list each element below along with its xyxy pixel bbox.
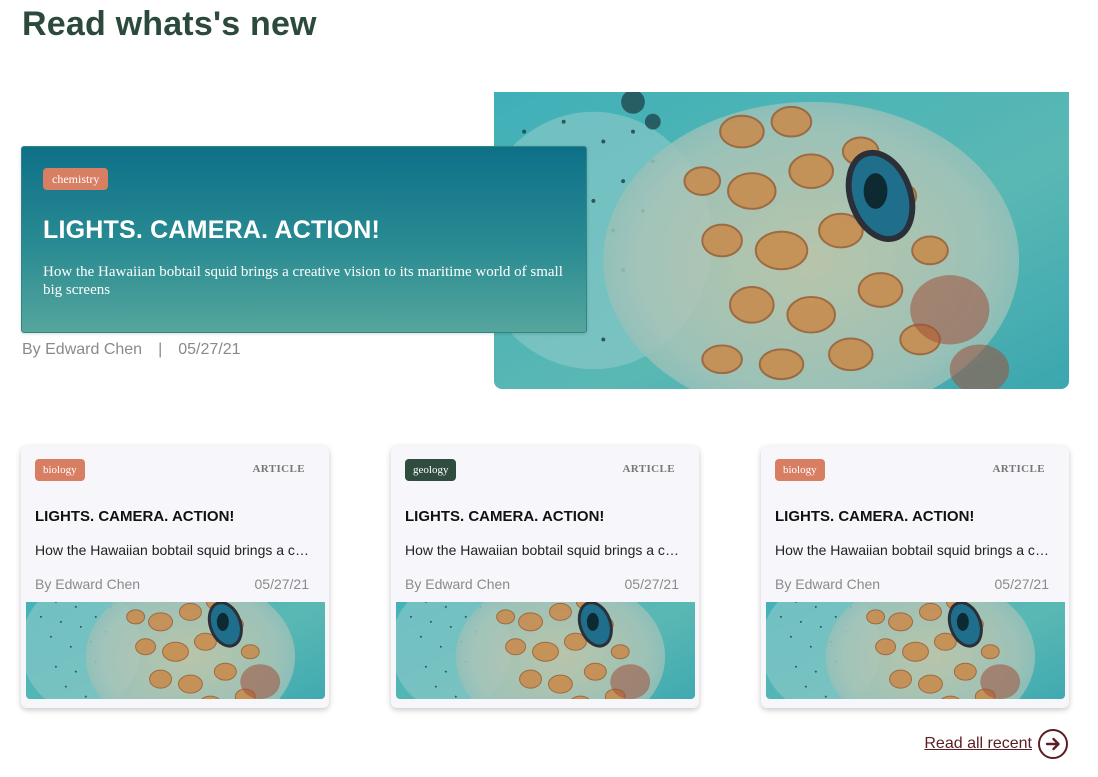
card-title[interactable]: LIGHTS. CAMERA. ACTION!	[775, 508, 974, 525]
card-author: By Edward Chen	[775, 576, 881, 592]
card-tag[interactable]: geology	[405, 459, 457, 481]
card-author: By Edward Chen	[405, 576, 511, 592]
card-image[interactable]	[396, 602, 695, 699]
arrow-right-circle-icon[interactable]	[1038, 729, 1068, 759]
card-title[interactable]: LIGHTS. CAMERA. ACTION!	[35, 508, 234, 525]
card-tag[interactable]: biology	[35, 459, 85, 481]
card-date: 05/27/21	[624, 576, 680, 592]
card-tag[interactable]: biology	[775, 459, 825, 481]
article-card[interactable]: geology ARTICLE LIGHTS. CAMERA. ACTION! …	[391, 446, 699, 708]
meta-separator: |	[158, 341, 163, 358]
featured-description: How the Hawaiian bobtail squid brings a …	[43, 264, 563, 298]
card-excerpt: How the Hawaiian bobtail squid brings a …	[35, 542, 313, 558]
featured-meta: By Edward Chen | 05/27/21	[22, 341, 241, 359]
squid-photo	[766, 602, 1065, 699]
card-type: ARTICLE	[992, 463, 1045, 475]
card-excerpt: How the Hawaiian bobtail squid brings a …	[405, 542, 683, 558]
card-author: By Edward Chen	[35, 576, 141, 592]
card-date: 05/27/21	[994, 576, 1050, 592]
card-excerpt: How the Hawaiian bobtail squid brings a …	[775, 542, 1053, 558]
page-title: Read whats's new	[22, 5, 317, 43]
squid-photo	[26, 602, 325, 699]
read-all-recent-link[interactable]: Read all recent	[924, 729, 1068, 759]
card-title[interactable]: LIGHTS. CAMERA. ACTION!	[405, 508, 604, 525]
featured-tag[interactable]: chemistry	[43, 168, 109, 190]
squid-photo	[396, 602, 695, 699]
card-type: ARTICLE	[252, 463, 305, 475]
featured-author: By Edward Chen	[22, 341, 143, 358]
read-all-label[interactable]: Read all recent	[924, 735, 1032, 753]
card-image[interactable]	[766, 602, 1065, 699]
featured-card[interactable]: chemistry LIGHTS. CAMERA. ACTION! How th…	[21, 146, 587, 333]
card-date: 05/27/21	[254, 576, 310, 592]
featured-date: 05/27/21	[178, 341, 241, 358]
featured-title[interactable]: LIGHTS. CAMERA. ACTION!	[43, 216, 565, 245]
article-card[interactable]: biology ARTICLE LIGHTS. CAMERA. ACTION! …	[761, 446, 1069, 708]
card-image[interactable]	[26, 602, 325, 699]
article-card[interactable]: biology ARTICLE LIGHTS. CAMERA. ACTION! …	[21, 446, 329, 708]
card-type: ARTICLE	[622, 463, 675, 475]
